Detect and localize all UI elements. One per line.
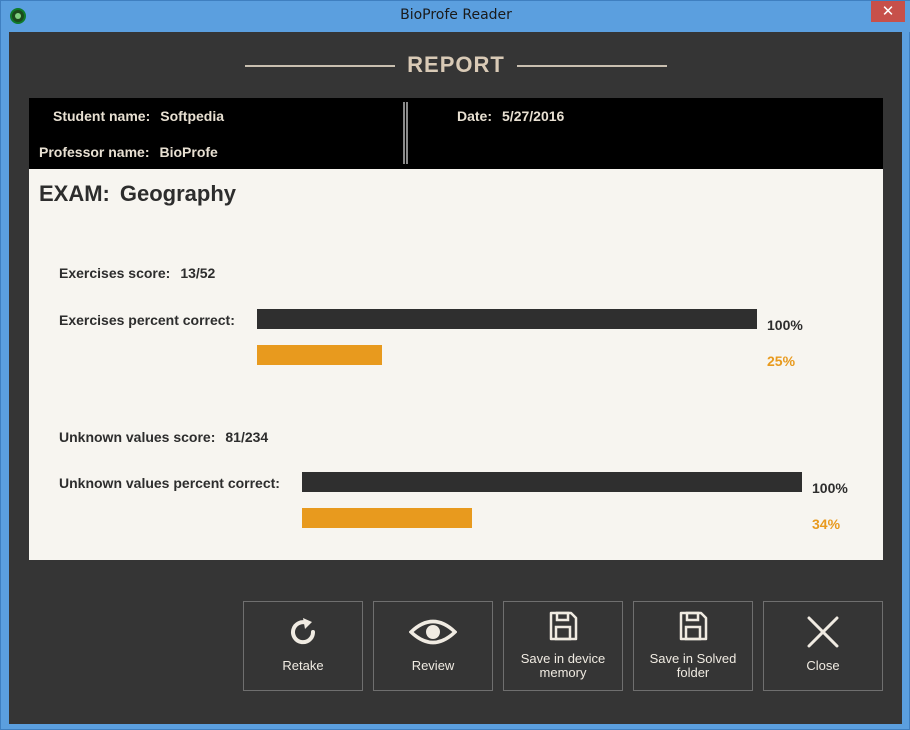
student-name-label: Student name:: [53, 108, 151, 124]
date-label: Date:: [457, 108, 493, 124]
header-divider-left: [245, 65, 395, 67]
exam-name: Geography: [119, 181, 237, 206]
exam-title: EXAM: Geography: [39, 181, 236, 207]
save-device-memory-button[interactable]: Save in device memory: [503, 601, 623, 691]
student-info-bar: Student name: Softpedia Professor name: Bi…: [29, 98, 883, 169]
unknown-full-text: 100%: [812, 480, 848, 496]
exercises-score-row: Exercises score: 13/52: [59, 265, 215, 281]
unknown-percent-bar: [302, 508, 472, 528]
window-title: BioProfe Reader: [400, 7, 512, 23]
results-panel: EXAM: Geography Exercises score: 13/52 Exe…: [29, 169, 883, 560]
header-divider-right: [517, 65, 667, 67]
window-close-button[interactable]: ✕: [871, 1, 905, 22]
unknown-score-row: Unknown values score: 81/234: [59, 429, 268, 445]
report-header: REPORT: [9, 50, 902, 80]
student-name-row: Student name: Softpedia: [53, 108, 224, 124]
title-bar[interactable]: BioProfe Reader ✕: [1, 1, 910, 32]
close-label: Close: [806, 658, 840, 673]
exercises-percent-bar: [257, 345, 382, 365]
save-device-label-line1: Save in device: [520, 651, 606, 666]
unknown-percent-label: Unknown values percent correct:: [59, 475, 280, 491]
professor-name-label: Professor name:: [39, 144, 150, 160]
exercises-score-label: Exercises score:: [59, 265, 171, 281]
professor-name-value: BioProfe: [159, 144, 218, 160]
refresh-icon: [244, 612, 362, 652]
report-view: REPORT Student name: Softpedia Professor …: [9, 32, 902, 724]
review-label: Review: [411, 658, 455, 673]
info-divider: [403, 102, 408, 164]
eye-icon: [374, 612, 492, 652]
report-title: REPORT: [407, 52, 505, 77]
exercises-full-bar: [257, 309, 757, 329]
exercises-full-text: 100%: [767, 317, 803, 333]
date-value: 5/27/2016: [502, 108, 565, 124]
save-solved-label-line1: Save in Solved: [649, 651, 737, 666]
save-device-label-line2: memory: [539, 665, 587, 680]
exercises-percent-text: 25%: [767, 353, 796, 369]
close-button[interactable]: Close: [763, 601, 883, 691]
exercises-score-value: 13/52: [180, 265, 216, 281]
save-solved-folder-button[interactable]: Save in Solved folder: [633, 601, 753, 691]
floppy-disk-icon: [634, 606, 752, 646]
unknown-full-bar: [302, 472, 802, 492]
unknown-percent-text: 34%: [812, 516, 841, 532]
review-button[interactable]: Review: [373, 601, 493, 691]
retake-label: Retake: [282, 658, 324, 673]
student-name-value: Softpedia: [160, 108, 225, 124]
unknown-score-value: 81/234: [225, 429, 269, 445]
floppy-disk-icon: [504, 606, 622, 646]
date-row: Date: 5/27/2016: [457, 108, 564, 124]
exam-label: EXAM:: [39, 181, 110, 206]
app-window: BioProfe Reader ✕ REPORT Student name: So…: [0, 0, 910, 730]
save-solved-label-line2: folder: [676, 665, 710, 680]
unknown-score-label: Unknown values score:: [59, 429, 216, 445]
retake-button[interactable]: Retake: [243, 601, 363, 691]
exercises-percent-label: Exercises percent correct:: [59, 312, 235, 328]
close-icon: [764, 612, 882, 652]
professor-name-row: Professor name: BioProfe: [39, 144, 218, 160]
